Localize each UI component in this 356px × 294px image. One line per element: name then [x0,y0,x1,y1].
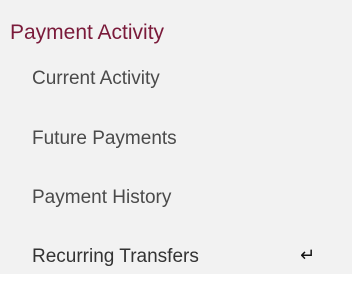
menu-item-label: Payment History [32,187,172,208]
return-arrow-icon: ↵ [300,245,316,266]
menu-item-label: Current Activity [32,68,160,89]
payment-activity-menu: Payment Activity Current Activity Future… [0,0,352,274]
menu-item-payment-history[interactable]: Payment History [32,186,171,210]
section-title: Payment Activity [10,21,165,44]
menu-item-recurring-transfers[interactable]: Recurring Transfers [32,245,199,269]
menu-item-current-activity[interactable]: Current Activity [32,67,160,91]
menu-item-label: Future Payments [32,128,177,149]
menu-item-label: Recurring Transfers [32,246,199,267]
menu-item-future-payments[interactable]: Future Payments [32,127,177,151]
